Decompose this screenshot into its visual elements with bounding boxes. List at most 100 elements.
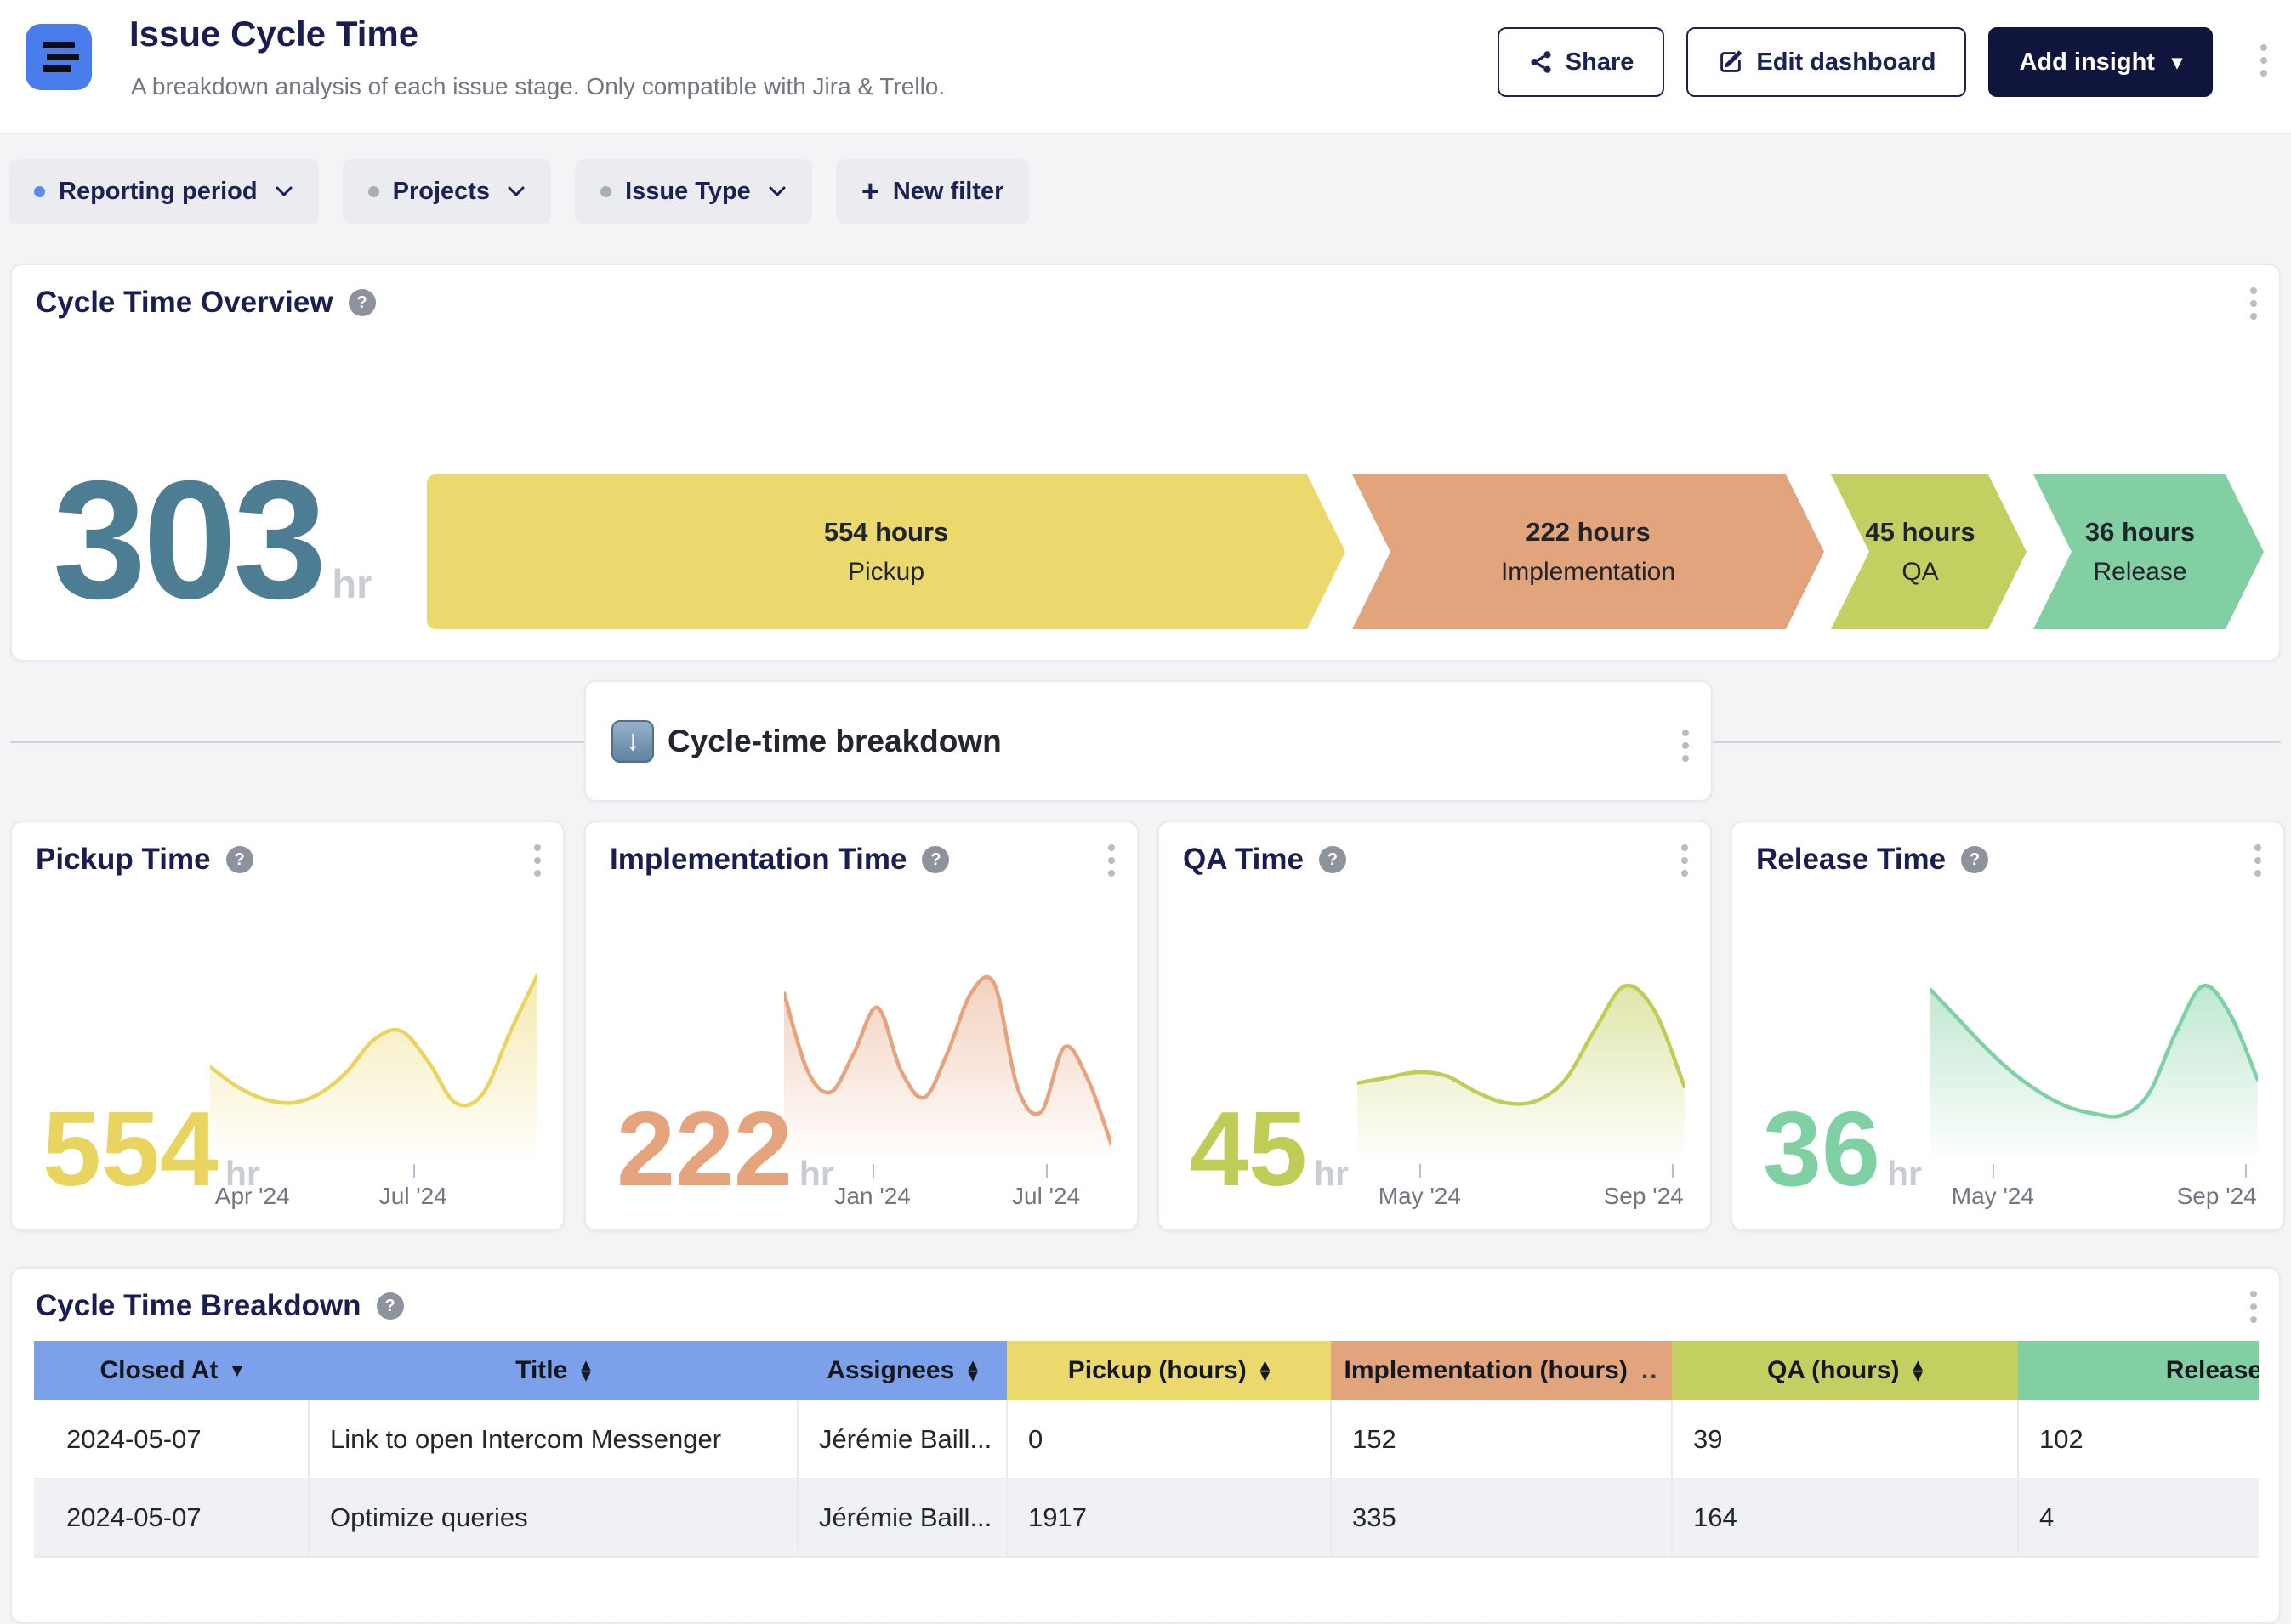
axis-tick-label: Sep '24 — [1604, 1183, 1684, 1210]
help-icon[interactable]: ? — [1961, 846, 1988, 873]
card-kebab-menu[interactable] — [2254, 844, 2261, 877]
axis-tick-label: Sep '24 — [2177, 1183, 2257, 1210]
add-insight-button-label: Add insight — [2019, 48, 2154, 77]
share-icon — [1528, 49, 1554, 75]
filter-status-dot — [600, 186, 611, 197]
implementation-time-card: Implementation Time?Jan '24Jul '24222hr — [584, 821, 1139, 1231]
funnel-stage-release: 36 hours Release — [2033, 474, 2264, 629]
metric-number: 554 — [43, 1097, 219, 1202]
table-row[interactable]: 2024-05-07Link to open Intercom Messenge… — [34, 1400, 2259, 1479]
down-arrow-emoji-icon: ↓ — [611, 720, 654, 763]
metric-value: 45hr — [1190, 1097, 1349, 1202]
stage-label: Release — [2093, 558, 2186, 587]
funnel-stage-pickup: 554 hoursPickup — [427, 474, 1345, 629]
filter-projects[interactable]: Projects — [343, 159, 551, 224]
dashboard-page: Issue Cycle Time A breakdown analysis of… — [0, 0, 2291, 1520]
card-kebab-menu[interactable] — [1682, 730, 1689, 762]
cycle-time-overview-card: Cycle Time Overview ? 303 hr 554 hoursPi… — [10, 264, 2281, 662]
table-cell: 335 — [1331, 1479, 1672, 1557]
sparkline-axis: May '24Sep '24 — [1357, 1164, 1685, 1210]
axis-tick-label: Jul '24 — [379, 1183, 447, 1210]
table-cell: 39 — [1672, 1400, 2018, 1479]
card-kebab-menu[interactable] — [1108, 844, 1115, 877]
column-header-pickup-hours-[interactable]: Pickup (hours)▲▼ — [1007, 1341, 1331, 1400]
help-icon[interactable]: ? — [1319, 846, 1346, 873]
help-icon[interactable]: ? — [377, 1292, 404, 1320]
axis-tick — [1419, 1164, 1421, 1178]
column-label: Implementation (hours) — [1344, 1356, 1627, 1385]
new-filter-label: New filter — [893, 178, 1004, 206]
metric-unit: hr — [799, 1154, 834, 1194]
table-cell: Jérémie Baill... — [798, 1479, 1007, 1557]
table-cell: Link to open Intercom Messenger — [309, 1400, 798, 1479]
axis-tick-label: May '24 — [1952, 1183, 2034, 1210]
help-icon[interactable]: ? — [922, 846, 949, 873]
header: Issue Cycle Time A breakdown analysis of… — [0, 0, 2291, 134]
new-filter-button[interactable]: + New filter — [836, 159, 1030, 224]
card-title: Pickup Time — [36, 843, 211, 877]
axis-tick — [1993, 1164, 1994, 1178]
funnel-stage-implementation: 222 hoursImplementation — [1352, 474, 1824, 629]
card-title: Implementation Time — [610, 843, 907, 877]
axis-tick — [1046, 1164, 1048, 1178]
header-actions: Share Edit dashboard Add insight ▾ — [1498, 27, 2213, 97]
table-cell: Optimize queries — [309, 1479, 798, 1557]
table-cell: 0 — [1007, 1400, 1331, 1479]
app-menu-icon[interactable] — [26, 24, 92, 90]
breakdown-table-wrap: Closed At▼Title▲▼Assignees▲▼Pickup (hour… — [34, 1341, 2259, 1622]
metric-value: 554hr — [43, 1097, 260, 1202]
card-title: Cycle Time Breakdown — [36, 1289, 361, 1323]
breakdown-table: Closed At▼Title▲▼Assignees▲▼Pickup (hour… — [34, 1341, 2259, 1558]
card-kebab-menu[interactable] — [2250, 1291, 2257, 1323]
help-icon[interactable]: ? — [226, 846, 253, 873]
metric-unit: hr — [1314, 1154, 1349, 1194]
filter-issue-type[interactable]: Issue Type — [575, 159, 812, 224]
sparkline-chart — [1930, 958, 2258, 1158]
card-title: Cycle Time Overview — [36, 286, 333, 320]
share-button[interactable]: Share — [1498, 27, 1665, 97]
menu-bar-icon — [43, 42, 75, 48]
table-cell: 4 — [2018, 1479, 2259, 1557]
stage-label: Pickup — [848, 558, 924, 587]
sparkline-chart — [1357, 958, 1685, 1158]
page-kebab-menu[interactable] — [2260, 44, 2267, 77]
column-header-qa-hours-[interactable]: QA (hours)▲▼ — [1672, 1341, 2018, 1400]
metric-number: 45 — [1190, 1097, 1307, 1202]
edit-icon — [1717, 48, 1744, 76]
help-icon[interactable]: ? — [349, 289, 376, 316]
menu-bar-icon — [47, 54, 79, 60]
qa-time-card: QA Time?May '24Sep '2445hr — [1157, 821, 1712, 1231]
table-cell: 164 — [1672, 1479, 2018, 1557]
card-kebab-menu[interactable] — [1681, 844, 1688, 877]
stage-label: Implementation — [1501, 558, 1675, 587]
column-header-implementation-hours-[interactable]: Implementation (hours).. — [1331, 1341, 1672, 1400]
total-cycle-time-value: 303 — [53, 456, 323, 624]
stage-hours: 36 hours — [2085, 517, 2195, 548]
column-label: QA (hours) — [1767, 1356, 1900, 1385]
chevron-down-icon — [275, 185, 293, 197]
funnel-stage-qa: 45 hoursQA — [1831, 474, 2027, 629]
sort-truncated-icon: .. — [1641, 1356, 1659, 1385]
total-cycle-time-unit: hr — [332, 560, 372, 607]
edit-dashboard-button[interactable]: Edit dashboard — [1686, 27, 1966, 97]
axis-tick-label: Jan '24 — [834, 1183, 910, 1210]
add-insight-button[interactable]: Add insight ▾ — [1988, 27, 2213, 97]
filter-label: Projects — [393, 178, 490, 206]
cycle-stage-funnel: 554 hoursPickup222 hoursImplementation45… — [427, 474, 2264, 629]
metric-unit: hr — [1887, 1154, 1922, 1194]
filter-label: Reporting period — [59, 178, 258, 206]
card-kebab-menu[interactable] — [2250, 287, 2257, 320]
column-header-closed-at[interactable]: Closed At▼ — [34, 1341, 309, 1400]
column-header-title[interactable]: Title▲▼ — [309, 1341, 798, 1400]
filter-reporting-period[interactable]: Reporting period — [9, 159, 319, 224]
table-row[interactable]: 2024-05-07Optimize queriesJérémie Baill.… — [34, 1479, 2259, 1557]
stage-label: QA — [1902, 558, 1938, 587]
card-kebab-menu[interactable] — [534, 844, 541, 877]
metric-value: 222hr — [617, 1097, 834, 1202]
column-header-assignees[interactable]: Assignees▲▼ — [798, 1341, 1007, 1400]
filter-bar: Reporting period Projects Issue Type + N… — [9, 159, 1029, 224]
column-header-release-hours-[interactable]: Release (hours)▲▼ — [2018, 1341, 2259, 1400]
column-label: Release (hours) — [2166, 1356, 2259, 1385]
cycle-time-breakdown-banner: ↓ Cycle-time breakdown — [584, 680, 1713, 802]
column-label: Closed At — [100, 1356, 219, 1385]
